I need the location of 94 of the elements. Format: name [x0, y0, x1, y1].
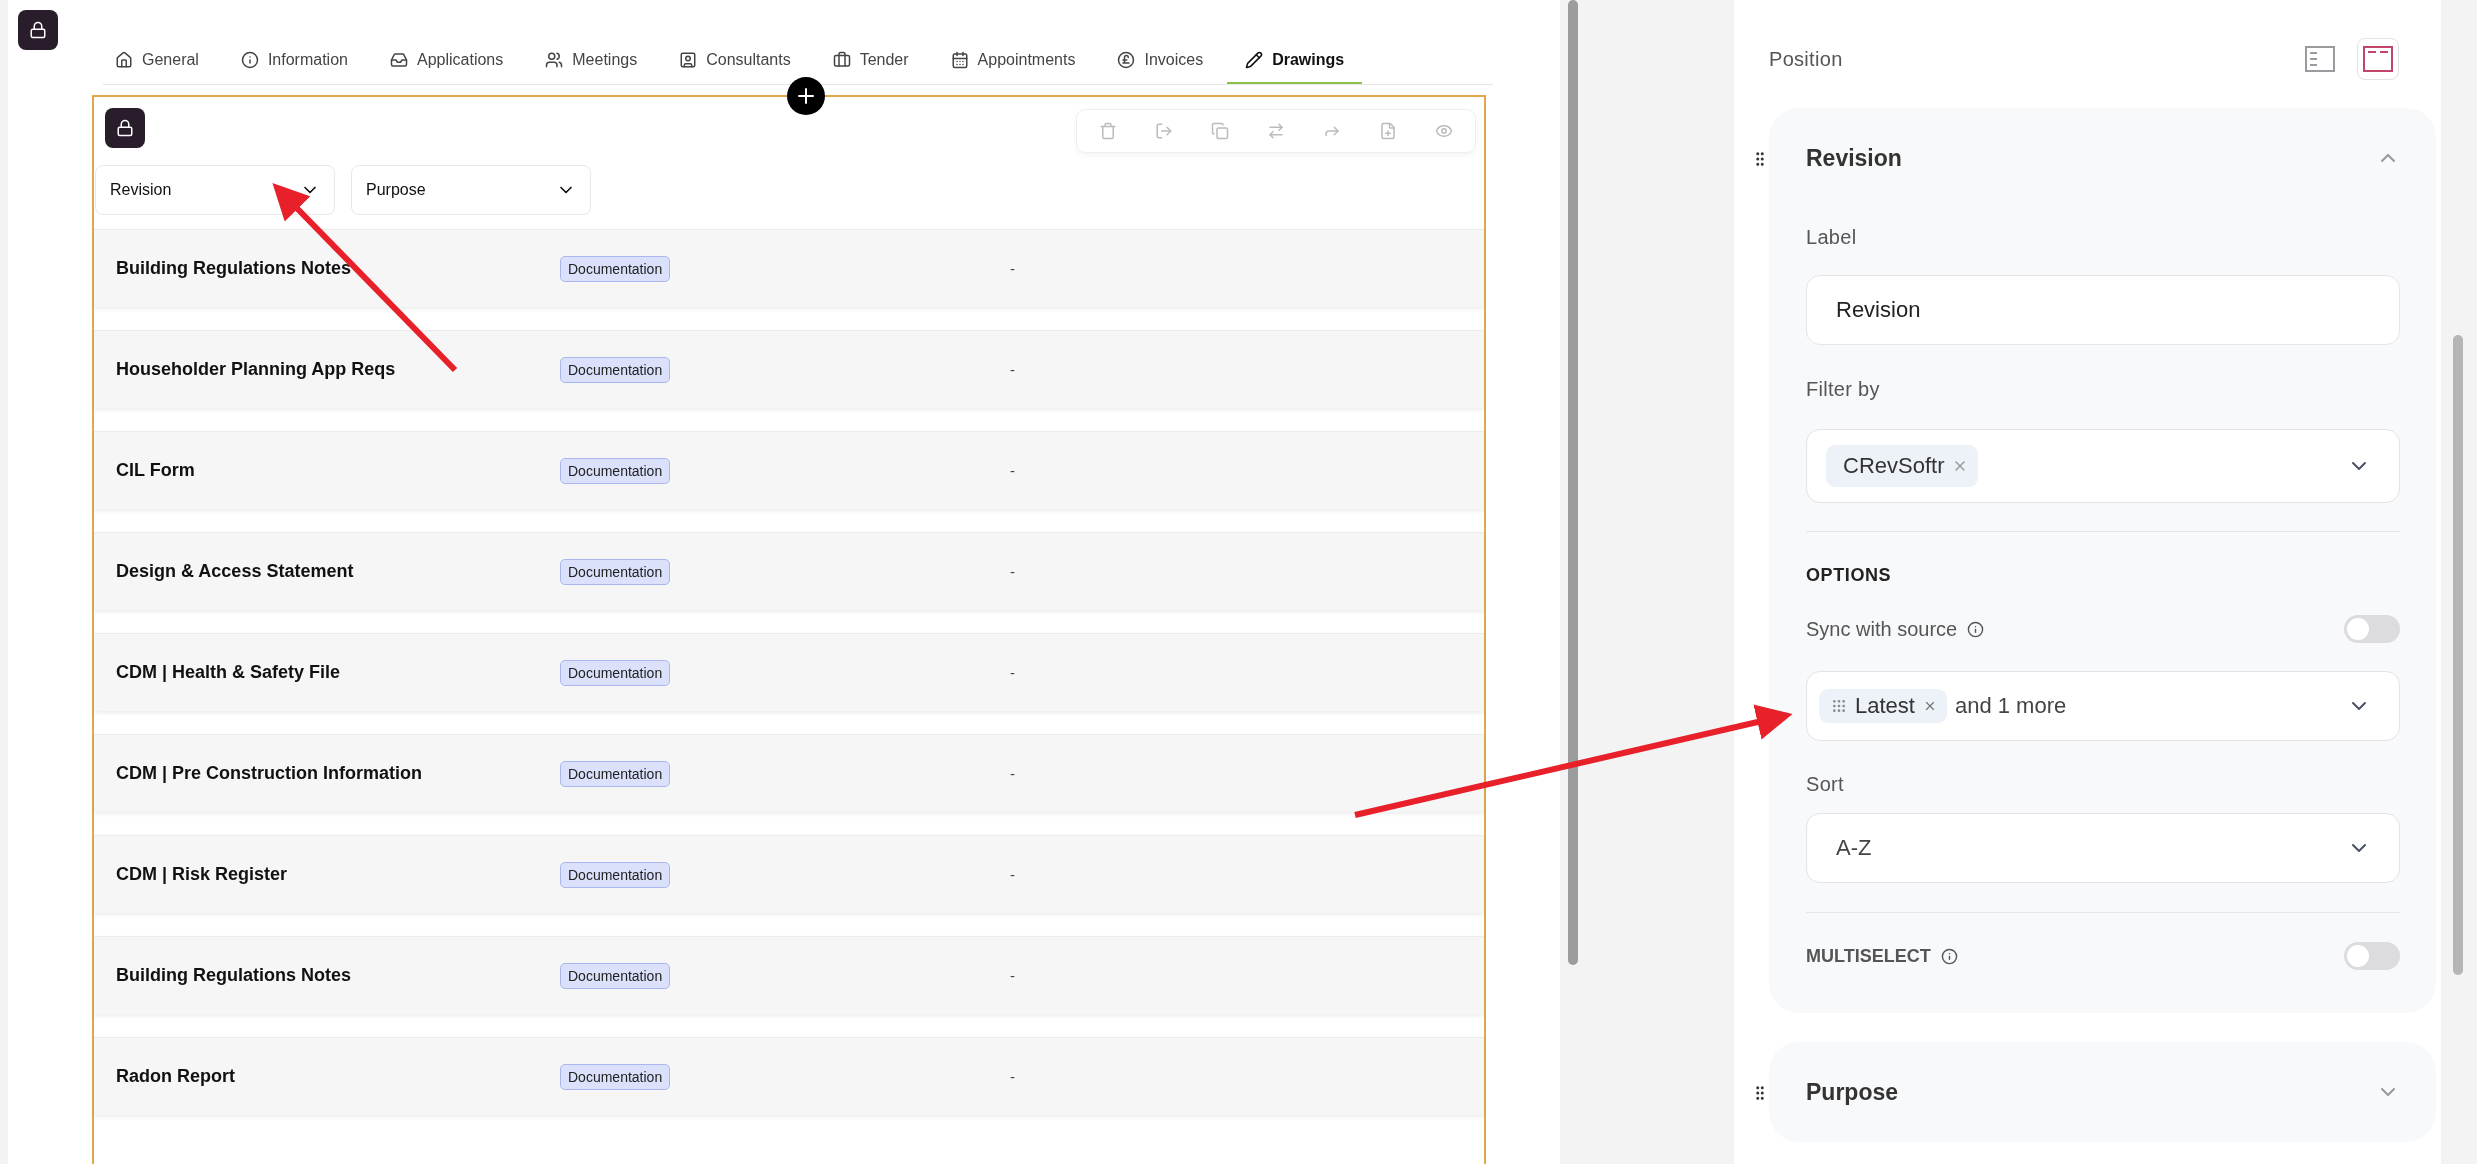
value-chip: Latest: [1819, 689, 1947, 723]
field-label: Sort: [1806, 773, 1845, 796]
category-tag: Documentation: [560, 457, 671, 484]
tab[interactable]: Appointments: [932, 38, 1094, 84]
more-count: and 1 more: [1954, 693, 2067, 719]
row-value: -: [1010, 967, 1015, 984]
sort-select[interactable]: A-Z: [1806, 813, 2400, 883]
tab-icon: [832, 51, 851, 69]
copy-icon: [1211, 122, 1229, 140]
category-tag: Documentation: [560, 962, 671, 989]
tab-icon: [1245, 51, 1264, 69]
sidebar-layout-icon: [2305, 46, 2335, 72]
lock-button[interactable]: [18, 10, 58, 50]
exit-icon: [1155, 122, 1173, 140]
section-title[interactable]: Purpose: [1806, 1078, 1899, 1106]
add-button[interactable]: [787, 77, 825, 115]
list-row[interactable]: CDM | Risk Register Documentation -: [94, 835, 1484, 913]
row-value: -: [1010, 1068, 1015, 1085]
row-value: -: [1010, 462, 1015, 479]
delete-icon: [1099, 122, 1117, 140]
info-icon: [1967, 620, 1985, 638]
row-value: -: [1010, 563, 1015, 580]
tab-icon: [950, 51, 969, 69]
tab[interactable]: Meetings: [527, 38, 656, 84]
sync-toggle[interactable]: [2344, 615, 2400, 643]
row-value: -: [1010, 765, 1015, 782]
category-tag: Documentation: [560, 558, 671, 585]
list-row[interactable]: Radon Report Documentation -: [94, 1037, 1484, 1115]
list-row[interactable]: CDM | Pre Construction Information Documentation -: [94, 734, 1484, 812]
tab-icon: [240, 51, 259, 69]
tab[interactable]: Invoices: [1099, 38, 1222, 84]
tab[interactable]: General: [103, 38, 217, 84]
tab-icon: [1117, 51, 1136, 69]
row-title: CIL Form: [116, 460, 195, 481]
top-layout-icon: [2363, 46, 2393, 72]
row-value: -: [1010, 361, 1015, 378]
category-tag: Documentation: [560, 659, 671, 686]
layout-option[interactable]: [2357, 38, 2399, 80]
field-label: Label: [1806, 226, 1858, 249]
filter-select[interactable]: CRevSoftr: [1806, 429, 2400, 503]
row-title: Householder Planning App Reqs: [116, 359, 396, 380]
list-row[interactable]: Design & Access Statement Documentation -: [94, 532, 1484, 610]
category-tag: Documentation: [560, 1063, 671, 1090]
row-title: CDM | Health & Safety File: [116, 662, 341, 683]
lock-icon: [116, 119, 134, 137]
list-row[interactable]: Building Regulations Notes Documentation -: [94, 229, 1484, 307]
row-value: -: [1010, 260, 1015, 277]
select-value: A-Z: [1836, 835, 1872, 861]
position-label: Position: [1769, 47, 1843, 71]
tab-icon: [389, 51, 408, 69]
tab[interactable]: Drawings: [1227, 38, 1363, 84]
tab-icon: [115, 51, 133, 69]
category-tag: Documentation: [560, 861, 671, 888]
row-title: CDM | Pre Construction Information: [116, 763, 423, 784]
row-title: Building Regulations Notes: [116, 965, 351, 986]
list-row[interactable]: Building Regulations Notes Documentation -: [94, 936, 1484, 1014]
swap-arrows-icon: [1267, 122, 1285, 140]
field-label: Filter by: [1806, 378, 1881, 401]
toggle-label: MULTISELECT: [1806, 945, 1931, 967]
category-tag: Documentation: [560, 760, 671, 787]
sync-select[interactable]: Latest and 1 more: [1806, 671, 2400, 741]
row-value: -: [1010, 664, 1015, 681]
list-row[interactable]: CDM | Health & Safety File Documentation -: [94, 633, 1484, 711]
tab[interactable]: Information: [222, 38, 366, 84]
file-plus-icon: [1379, 122, 1397, 140]
toggle-label: Sync with source: [1806, 617, 1958, 641]
row-value: -: [1010, 866, 1015, 883]
list-row[interactable]: Householder Planning App Reqs Documentation -: [94, 330, 1484, 408]
tab[interactable]: Tender: [814, 38, 927, 84]
category-tag: Documentation: [560, 356, 671, 383]
tab[interactable]: Applications: [371, 38, 522, 84]
filter-dropdown[interactable]: Revision: [95, 165, 335, 215]
row-title: CDM | Risk Register: [116, 864, 288, 885]
info-icon: [1940, 947, 1958, 965]
filter-dropdown[interactable]: Purpose: [351, 165, 591, 215]
scrollbar-thumb[interactable]: [1568, 0, 1578, 965]
row-title: Design & Access Statement: [116, 561, 354, 582]
row-title: Radon Report: [116, 1066, 235, 1087]
category-tag: Documentation: [560, 255, 671, 282]
tab-icon: [679, 51, 698, 69]
options-heading: OPTIONS: [1806, 565, 1893, 586]
grip-icon: [1831, 698, 1847, 714]
lock-icon: [29, 21, 47, 39]
list-row[interactable]: CIL Form Documentation -: [94, 431, 1484, 509]
filter-chip: CRevSoftr: [1826, 445, 1979, 487]
tab-icon: [545, 51, 564, 69]
section-title[interactable]: Revision: [1806, 144, 1902, 172]
row-title: Building Regulations Notes: [116, 258, 351, 279]
lock-button[interactable]: [105, 108, 145, 148]
multiselect-toggle[interactable]: [2344, 942, 2400, 970]
tab[interactable]: Consultants: [661, 38, 809, 84]
eye-icon: [1435, 122, 1453, 140]
scrollbar-thumb[interactable]: [2453, 335, 2463, 975]
label-input[interactable]: Revision: [1806, 275, 2400, 345]
